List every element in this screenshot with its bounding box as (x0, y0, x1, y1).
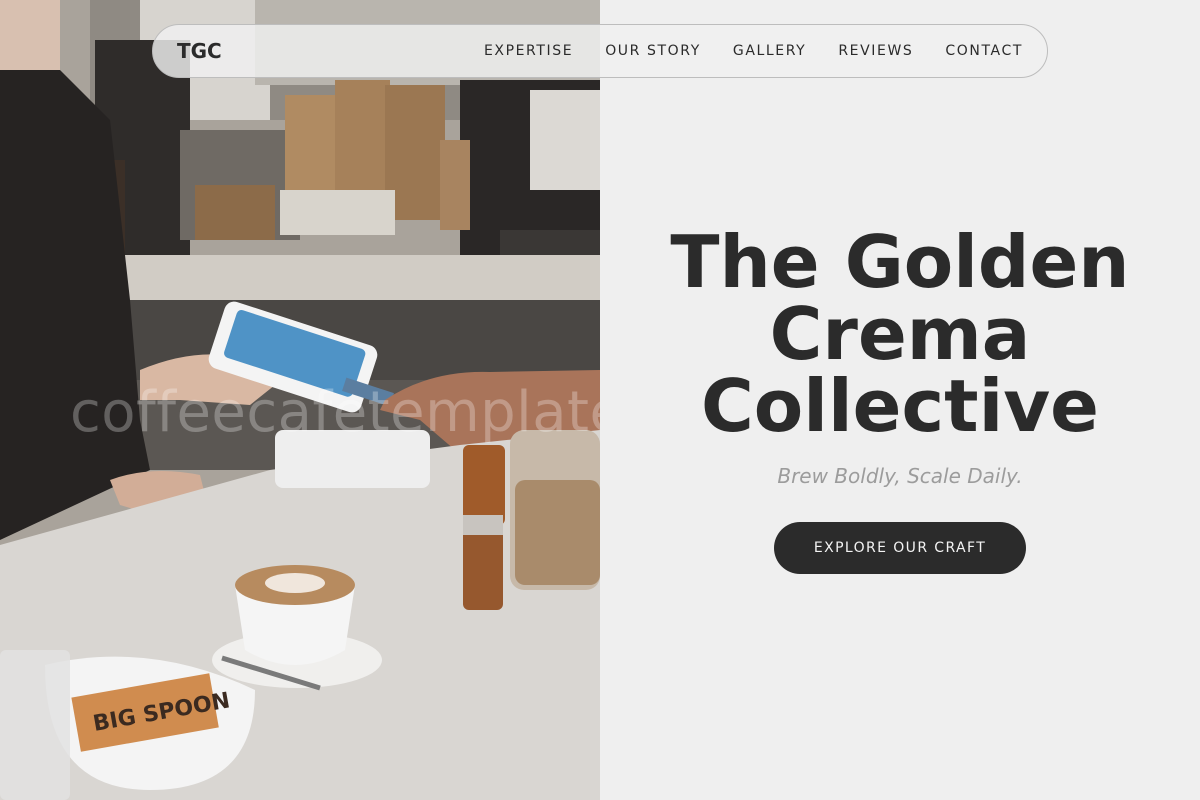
explore-craft-button[interactable]: EXPLORE OUR CRAFT (774, 522, 1026, 574)
hero-photo: BIG SPOON coffeecafetemplate (0, 0, 600, 800)
brand-logo[interactable]: TGC (177, 39, 222, 63)
watermark-text: coffeecafetemplate (70, 380, 600, 445)
nav-link-expertise[interactable]: EXPERTISE (484, 43, 573, 59)
hero-tagline: Brew Boldly, Scale Daily. (777, 464, 1023, 488)
hero-title: The Golden Crema Collective (670, 220, 1130, 448)
hero-text-panel: The Golden Crema Collective Brew Boldly,… (600, 0, 1200, 800)
